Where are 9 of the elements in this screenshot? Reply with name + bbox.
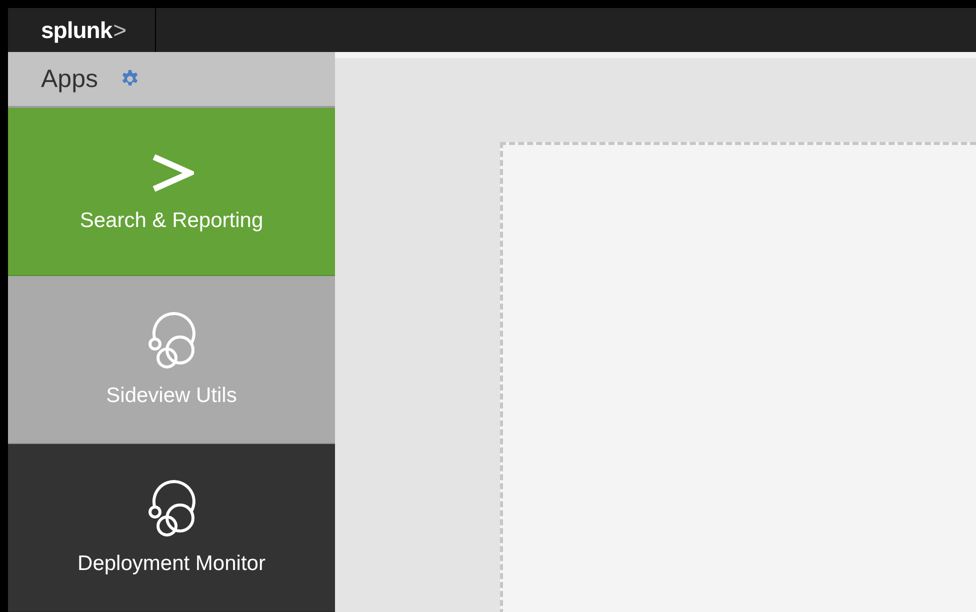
app-label: Sideview Utils [106, 384, 237, 408]
app-label: Deployment Monitor [78, 552, 266, 576]
logo-word: splunk [41, 16, 112, 44]
app-label: Search & Reporting [80, 208, 264, 232]
app-tile[interactable]: Deployment Monitor [8, 444, 335, 612]
logo-mark: > [113, 16, 126, 44]
apps-title: Apps [41, 64, 98, 94]
circles-icon [146, 480, 196, 538]
circles-icon [146, 312, 196, 370]
